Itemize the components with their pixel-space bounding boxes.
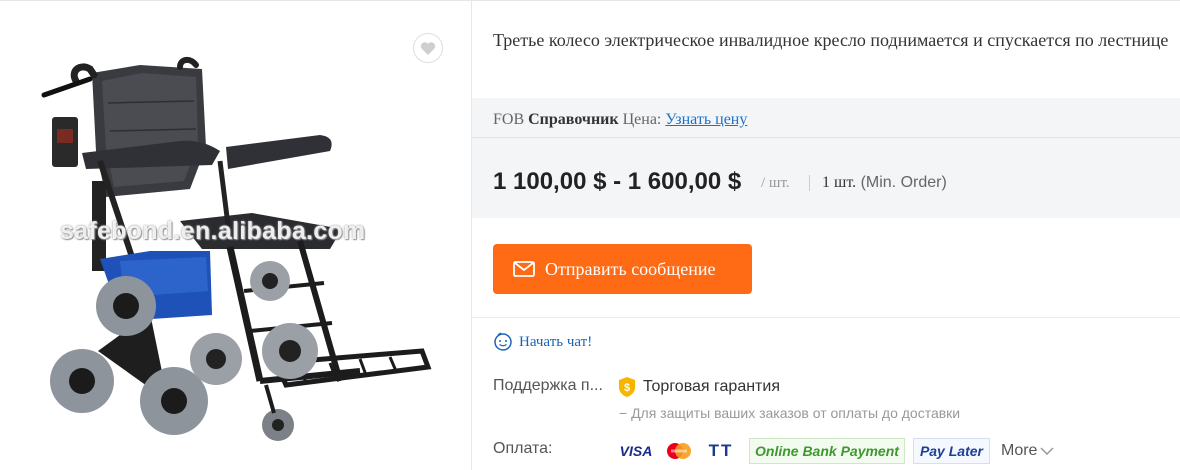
fob-label: Справочник bbox=[528, 111, 619, 128]
payment-methods: VISA TT Online Bank Payment Pay Later Mo… bbox=[617, 437, 1055, 465]
fob-price-label: Цена: bbox=[622, 111, 662, 128]
more-payment-dropdown[interactable]: More bbox=[1001, 442, 1055, 460]
trade-assurance-note: − Для защиты ваших заказов от оплаты до … bbox=[619, 405, 961, 421]
chevron-down-icon bbox=[1039, 446, 1055, 456]
payment-label: Оплата: bbox=[493, 440, 553, 457]
pay-later-badge: Pay Later bbox=[912, 438, 990, 464]
product-title: Третье колесо электрическое инвалидное к… bbox=[493, 30, 1169, 50]
send-message-label: Отправить сообщение bbox=[545, 258, 716, 279]
min-order-label: (Min. Order) bbox=[860, 174, 947, 191]
price-unit: / шт. bbox=[761, 175, 790, 191]
product-info: Третье колесо электрическое инвалидное к… bbox=[472, 1, 1180, 470]
min-order: 1 шт. (Min. Order) bbox=[822, 174, 947, 192]
svg-text:$: $ bbox=[624, 382, 630, 394]
fob-price-bar: FOB Справочник Цена: Узнать цену bbox=[472, 98, 1180, 138]
mail-icon bbox=[513, 261, 535, 277]
get-price-link[interactable]: Узнать цену bbox=[665, 111, 747, 128]
visa-icon: VISA bbox=[619, 443, 653, 459]
product-image[interactable] bbox=[30, 51, 440, 470]
send-message-button[interactable]: Отправить сообщение bbox=[493, 244, 752, 294]
trade-assurance-link[interactable]: $ Торговая гарантия bbox=[617, 376, 780, 398]
section-divider bbox=[472, 317, 1180, 318]
price-range: 1 100,00 $ - 1 600,00 $ bbox=[493, 168, 742, 195]
price-box: 1 100,00 $ - 1 600,00 $ / шт. 1 шт. (Min… bbox=[472, 138, 1180, 218]
product-gallery: safebond.en.alibaba.com bbox=[0, 1, 472, 470]
min-order-qty: 1 шт. bbox=[822, 174, 857, 191]
mastercard-icon bbox=[661, 438, 697, 464]
more-label: More bbox=[1000, 442, 1038, 459]
product-page: safebond.en.alibaba.com Третье колесо эл… bbox=[0, 0, 1180, 470]
trade-assurance-shield-icon: $ bbox=[617, 376, 637, 398]
image-watermark: safebond.en.alibaba.com bbox=[60, 217, 366, 245]
telegraphic-transfer-icon: TT bbox=[708, 441, 734, 460]
online-bank-payment-badge: Online Bank Payment bbox=[749, 438, 905, 464]
start-chat-label: Начать чат! bbox=[519, 333, 593, 350]
fob-prefix: FOB bbox=[493, 111, 525, 128]
start-chat-link[interactable]: Начать чат! bbox=[493, 332, 592, 352]
price-separator bbox=[809, 175, 810, 191]
support-label: Поддержка п... bbox=[493, 377, 603, 394]
trade-assurance-label: Торговая гарантия bbox=[643, 378, 780, 395]
chat-icon bbox=[493, 332, 513, 352]
